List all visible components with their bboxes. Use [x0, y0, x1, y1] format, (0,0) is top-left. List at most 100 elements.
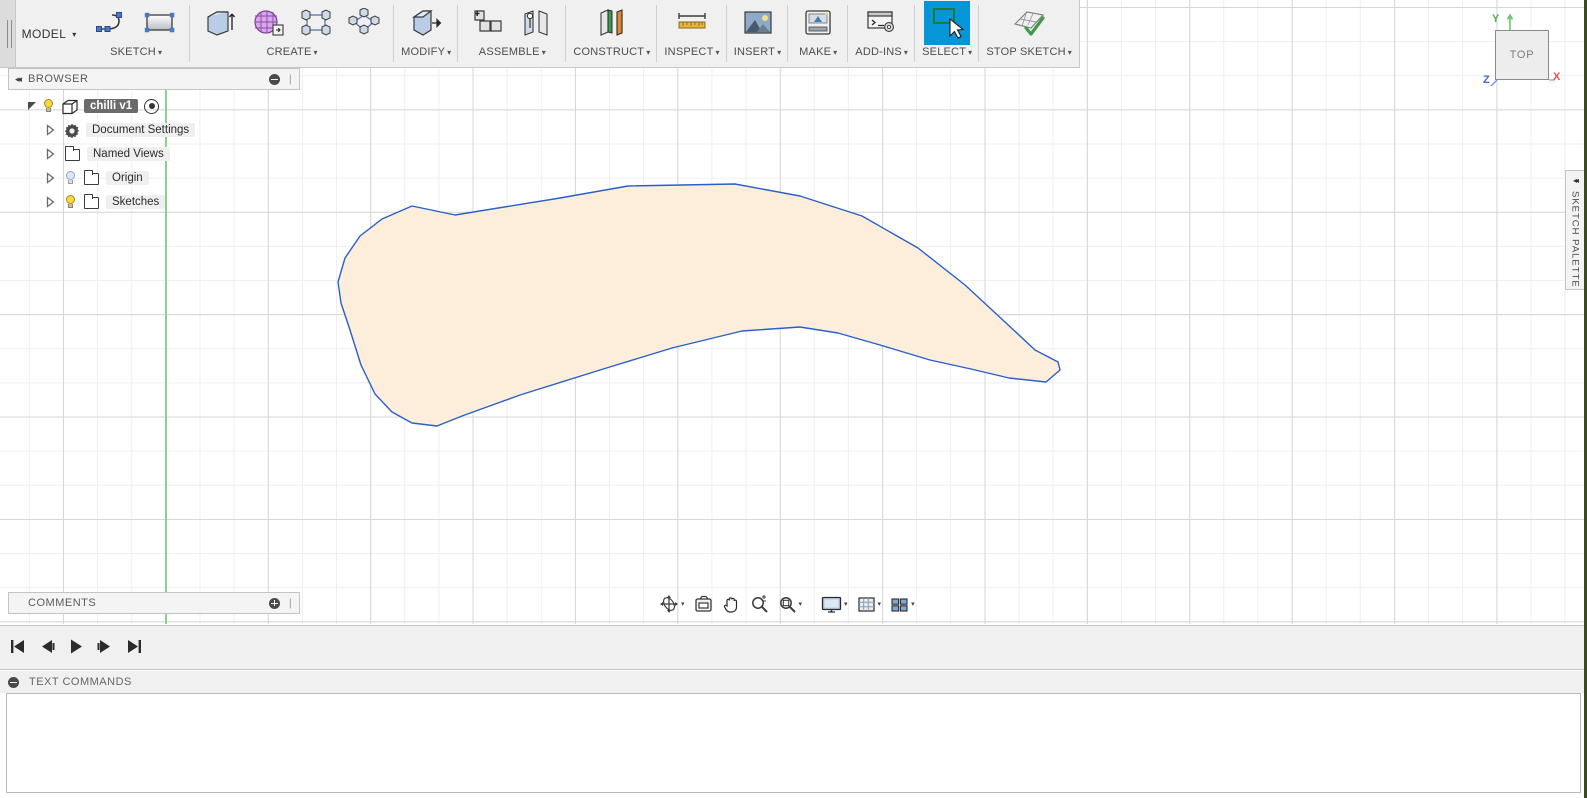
tree-item-sketches[interactable]: Sketches [8, 190, 300, 214]
gear-icon [64, 123, 79, 138]
toolbar-group-addins: ADD-INS ▾ [848, 0, 915, 67]
chevron-down-icon: ▾ [911, 601, 915, 608]
browser-minimize-icon[interactable] [269, 73, 281, 85]
tree-label-origin: Origin [106, 171, 149, 185]
tree-item-document-settings[interactable]: Document Settings [8, 118, 300, 142]
toolbar-label-create[interactable]: CREATE ▾ [267, 46, 318, 64]
visibility-bulb-icon[interactable] [64, 171, 77, 185]
mesh-icon[interactable] [245, 1, 291, 45]
browser-resize-handle[interactable]: ❘ [286, 74, 295, 85]
text-commands-header: TEXT COMMANDS [0, 671, 1587, 693]
insert-image-icon[interactable] [735, 1, 781, 45]
press-pull-icon[interactable] [403, 1, 449, 45]
spline-icon[interactable] [89, 1, 135, 45]
folder-icon [64, 146, 80, 161]
timeline-playback-controls [8, 635, 144, 657]
workspace-switcher[interactable]: MODEL ▾ [16, 0, 82, 68]
toolbar-label-inspect[interactable]: INSPECT ▾ [664, 46, 719, 64]
comments-resize-handle[interactable]: ❘ [286, 598, 295, 609]
text-commands-title: TEXT COMMANDS [29, 676, 132, 688]
script-icon[interactable] [859, 1, 905, 45]
text-commands-minimize-icon[interactable] [8, 676, 19, 688]
toolbar-label-sketch[interactable]: SKETCH ▾ [110, 46, 162, 64]
sketch-palette-collapse-icon[interactable]: ◂◂ [1573, 176, 1579, 185]
sketch-palette-tab[interactable]: ◂◂ SKETCH PALETTE [1565, 170, 1585, 290]
visibility-bulb-icon[interactable] [42, 99, 55, 113]
offset-plane-icon[interactable] [589, 1, 635, 45]
toolbar-group-select: SELECT ▾ [915, 0, 980, 67]
view-cube-face-top[interactable]: TOP [1495, 30, 1549, 80]
browser-title: BROWSER [28, 73, 89, 85]
visibility-bulb-icon[interactable] [64, 195, 77, 209]
go-to-end-button[interactable] [124, 635, 144, 657]
expander-right-icon[interactable] [40, 172, 60, 184]
main-toolbar: MODEL ▾ SKETCH ▾ CREATE ▾ MODIFY ▾ ASSEM… [0, 0, 1080, 68]
add-comment-icon[interactable] [269, 597, 281, 609]
select-cursor-icon[interactable] [924, 1, 971, 45]
toolbar-group-construct: CONSTRUCT ▾ [566, 0, 658, 67]
toolbar-grip[interactable] [0, 0, 17, 67]
tree-label-document-settings: Document Settings [86, 123, 196, 137]
tree-item-named-views[interactable]: Named Views [8, 142, 300, 166]
toolbar-label-stop-sketch[interactable]: STOP SKETCH ▾ [986, 46, 1072, 64]
orbit-icon[interactable]: ▾ [655, 592, 689, 616]
toolbar-group-modify: MODIFY ▾ [394, 0, 459, 67]
component-activate-radio[interactable] [144, 98, 160, 114]
joint-icon[interactable] [513, 1, 559, 45]
pan-hand-icon[interactable] [718, 592, 745, 616]
play-button[interactable] [66, 635, 86, 657]
viewports-icon[interactable]: ▾ [886, 592, 919, 616]
browser-tree: chilli v1 Document Settings Named Views [8, 94, 300, 214]
go-to-beginning-button[interactable] [8, 635, 28, 657]
browser-collapse-icon[interactable]: ◂◂ [15, 74, 22, 85]
grid-snaps-icon[interactable]: ▾ [853, 592, 886, 616]
browser-panel-header: ◂◂ BROWSER ❘ [8, 68, 300, 90]
chevron-down-icon: ▾ [877, 601, 882, 608]
sculpt-icon[interactable] [341, 1, 387, 45]
tree-label-sketches: Sketches [106, 195, 166, 209]
toolbar-group-inspect: INSPECT ▾ [657, 0, 728, 67]
toolbar-group-make: MAKE ▾ [788, 0, 849, 67]
view-cube[interactable]: Y TOP Z X [1467, 8, 1577, 94]
display-settings-icon[interactable]: ▾ [817, 592, 852, 616]
workspace-label: MODEL [21, 27, 67, 41]
chilli-profile-path[interactable] [337, 183, 1061, 427]
step-back-button[interactable] [37, 635, 57, 657]
extrude-icon[interactable] [197, 1, 243, 45]
expander-right-icon[interactable] [40, 148, 60, 160]
expander-right-icon[interactable] [40, 124, 60, 136]
tree-item-chilli-v1[interactable]: chilli v1 [8, 94, 300, 118]
toolbar-group-create: CREATE ▾ [190, 0, 395, 67]
zoom-window-icon[interactable]: ▾ [774, 592, 807, 616]
chevron-down-icon: ▾ [681, 601, 685, 608]
text-commands-input[interactable] [6, 693, 1581, 793]
toolbar-group-stop-sketch: STOP SKETCH ▾ [979, 0, 1079, 67]
3d-print-icon[interactable] [795, 1, 841, 45]
toolbar-label-insert[interactable]: INSERT ▾ [734, 46, 782, 64]
measure-icon[interactable] [669, 1, 715, 45]
tree-item-origin[interactable]: Origin [8, 166, 300, 190]
toolbar-label-addins[interactable]: ADD-INS ▾ [855, 46, 908, 64]
expander-right-icon[interactable] [40, 196, 60, 208]
toolbar-group-sketch: SKETCH ▾ [82, 0, 191, 67]
toolbar-label-select[interactable]: SELECT ▾ [922, 46, 972, 64]
toolbar-group-assemble: ASSEMBLE ▾ [458, 0, 567, 67]
toolbar-label-modify[interactable]: MODIFY ▾ [401, 46, 451, 64]
chevron-down-icon: ▾ [72, 29, 77, 39]
toolbar-label-construct[interactable]: CONSTRUCT ▾ [573, 46, 650, 64]
toolbar-label-make[interactable]: MAKE ▾ [799, 46, 837, 64]
folder-icon [83, 194, 99, 209]
pattern-icon[interactable] [293, 1, 339, 45]
folder-icon [83, 170, 99, 185]
sketch-palette-label: SKETCH PALETTE [1569, 191, 1581, 288]
expander-down-icon[interactable] [22, 100, 42, 112]
toolbar-label-assemble[interactable]: ASSEMBLE ▾ [479, 46, 546, 64]
component-cube-icon [61, 99, 78, 115]
new-component-icon[interactable] [465, 1, 511, 45]
zoom-icon[interactable] [746, 592, 773, 616]
stop-sketch-icon[interactable] [1006, 1, 1052, 45]
look-at-icon[interactable] [690, 592, 717, 616]
rectangle-icon[interactable] [137, 1, 183, 45]
comments-panel-header: ◂◂ COMMENTS ❘ [8, 592, 300, 614]
step-forward-button[interactable] [95, 635, 115, 657]
